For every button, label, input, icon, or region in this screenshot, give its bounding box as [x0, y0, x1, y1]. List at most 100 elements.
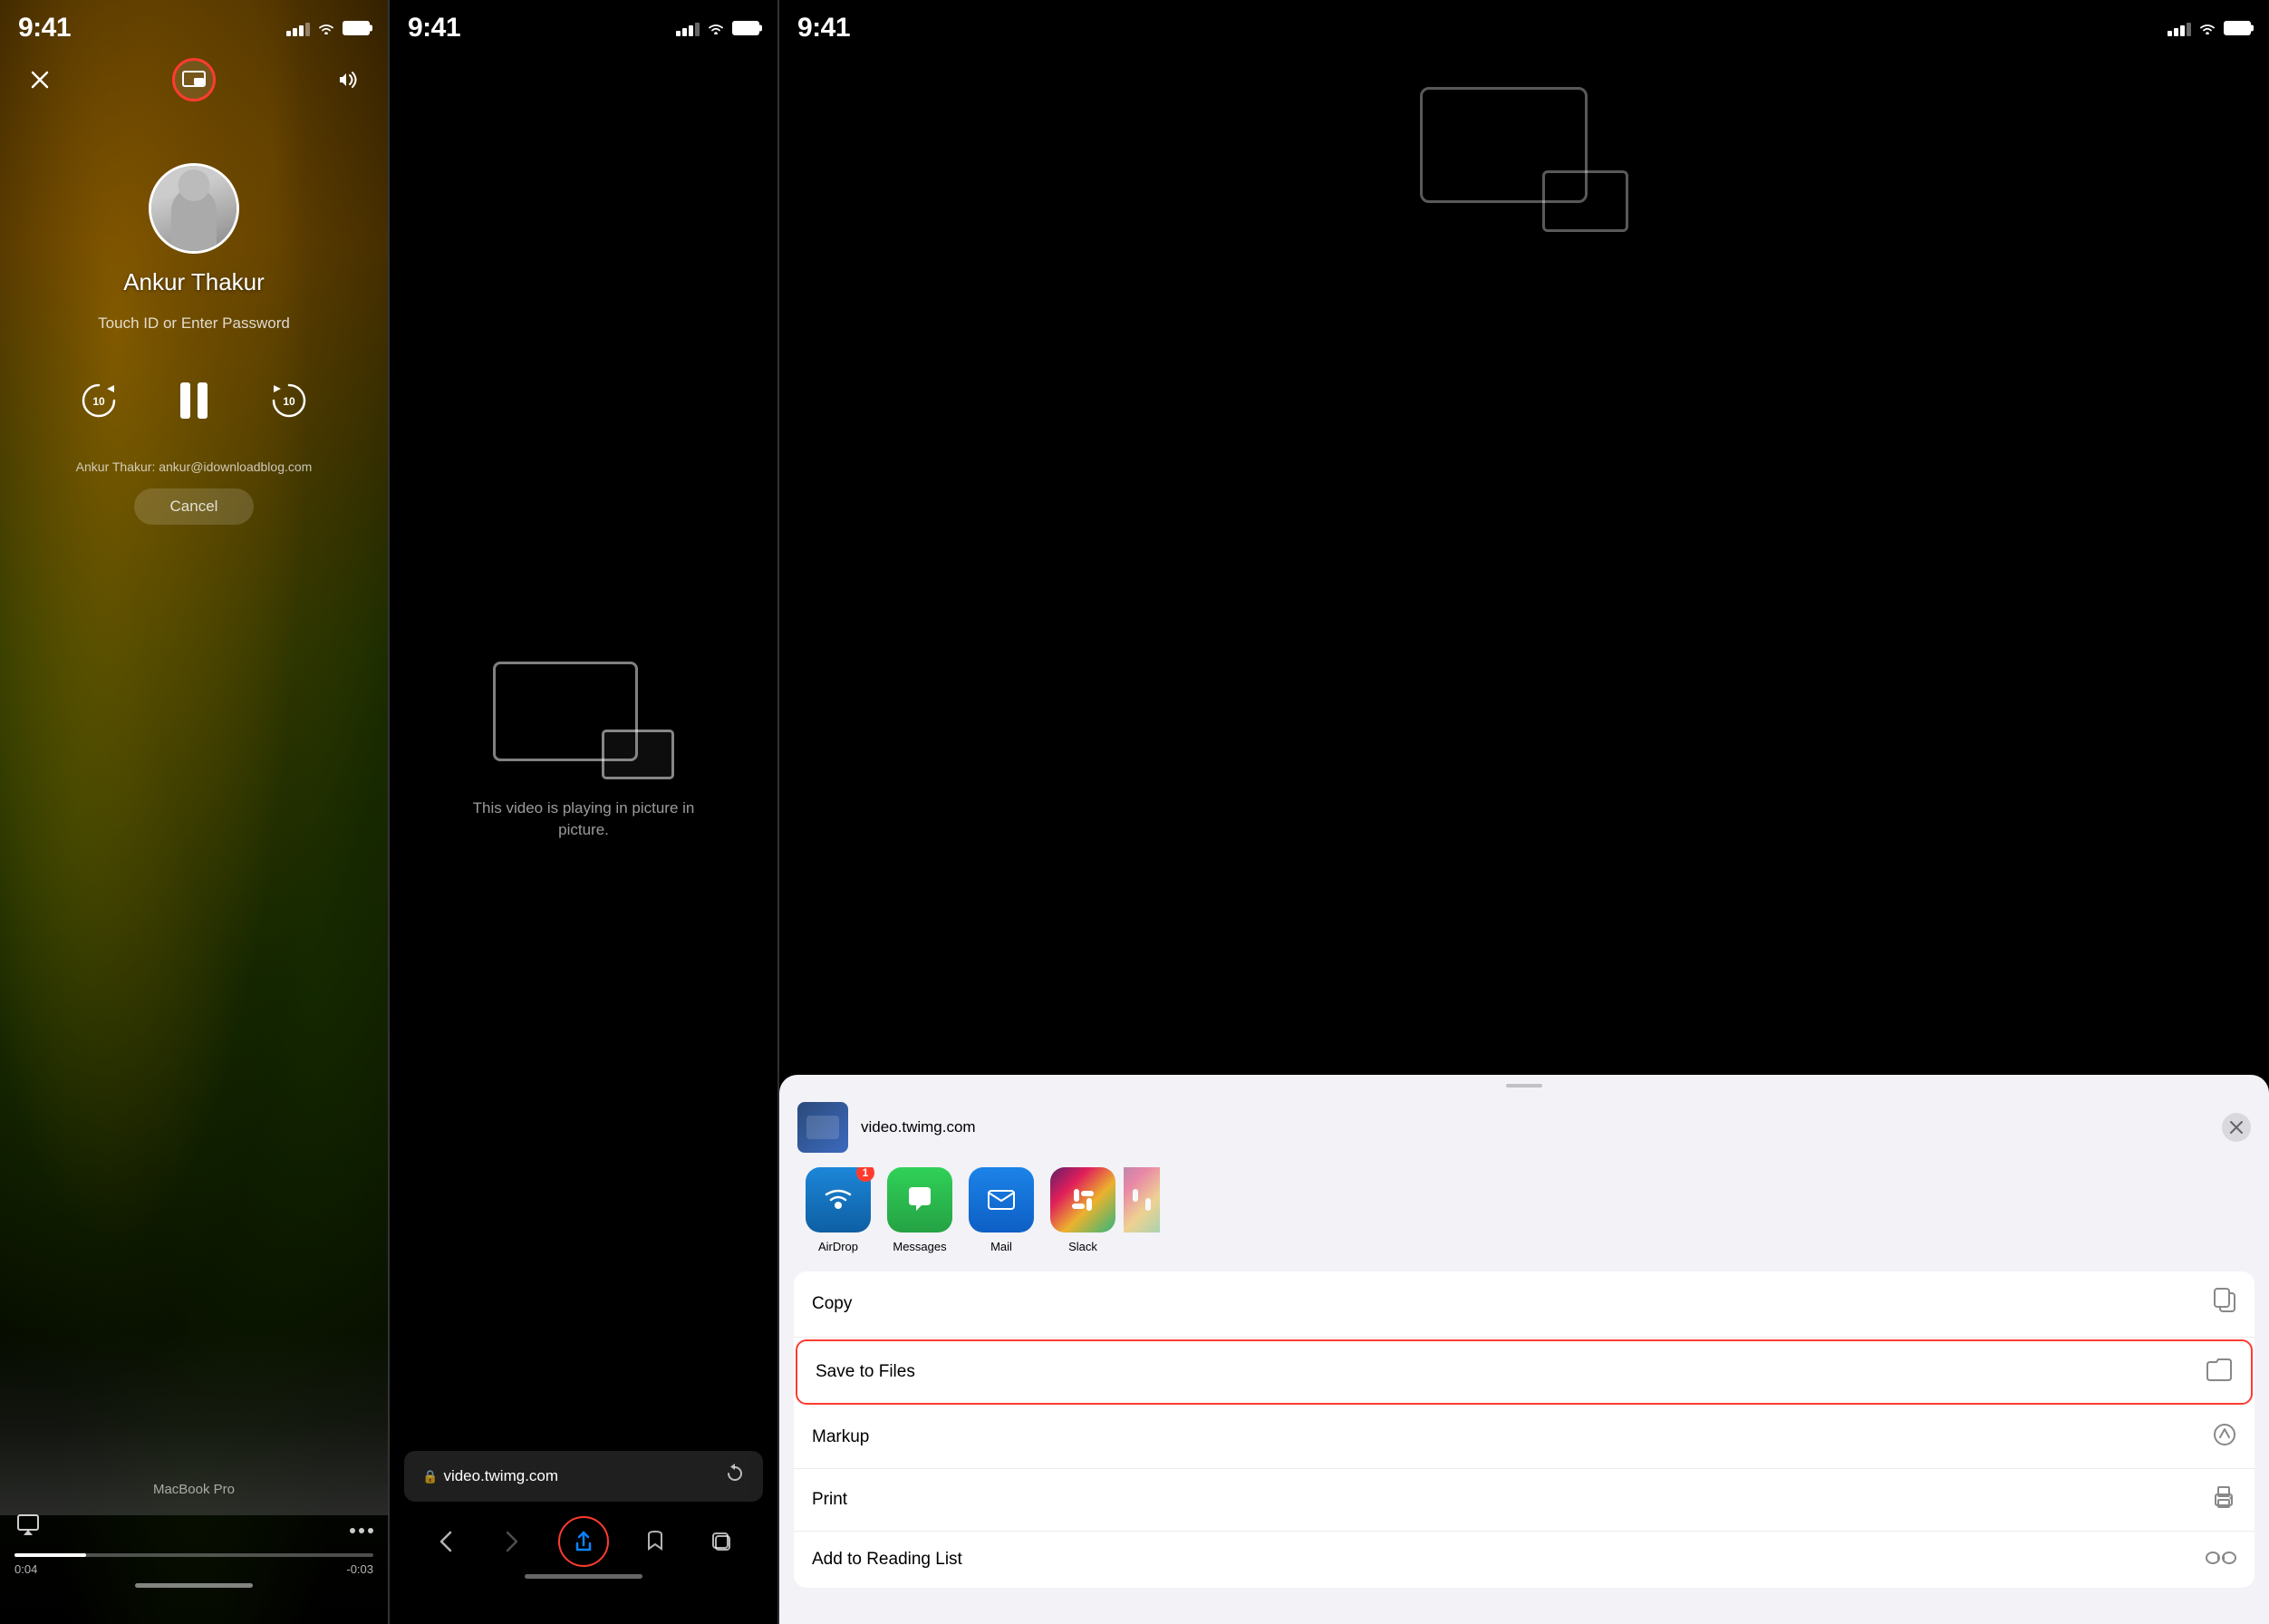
panel2-pip-screen: 9:41 This video is playing in picture in…: [390, 0, 777, 1624]
pip-corner-graphic: [1420, 87, 1628, 232]
time-display: 0:04 -0:03: [14, 1562, 373, 1576]
share-app-airdrop[interactable]: 1 AirDrop: [797, 1167, 879, 1253]
home-indicator-panel1: [135, 1583, 253, 1588]
more-button[interactable]: [350, 1516, 373, 1540]
save-to-files-label: Save to Files: [816, 1362, 915, 1382]
status-icons-panel3: [2168, 20, 2251, 36]
touch-id-label: Touch ID or Enter Password: [98, 314, 290, 333]
wifi-icon-panel1: [317, 22, 335, 34]
user-name-label: Ankur Thakur: [123, 268, 265, 296]
share-apps-row: 1 AirDrop Messages: [779, 1167, 2269, 1271]
lock-screen-overlay: Ankur Thakur Touch ID or Enter Password …: [0, 0, 388, 1624]
print-label: Print: [812, 1490, 847, 1510]
status-bar-panel1: 9:41: [0, 0, 388, 51]
share-sheet-header: video.twimg.com: [779, 1102, 2269, 1167]
save-to-files-icon: [2206, 1358, 2233, 1387]
close-button-panel1[interactable]: [18, 58, 62, 102]
rewind-button[interactable]: 10: [72, 373, 126, 428]
battery-icon-panel3: [2224, 21, 2251, 35]
status-icons-panel2: [676, 20, 759, 36]
slack-icon: [1050, 1167, 1115, 1232]
svg-text:10: 10: [92, 395, 105, 408]
cancel-button[interactable]: Cancel: [134, 488, 255, 525]
slack2-icon: [1124, 1167, 1160, 1232]
panel3-share-sheet: 9:41: [779, 0, 2269, 1624]
current-time: 0:04: [14, 1562, 37, 1576]
home-indicator-panel2: [525, 1574, 642, 1579]
share-action-markup[interactable]: Markup: [794, 1406, 2255, 1469]
wifi-icon-panel2: [707, 22, 725, 34]
pip-small-screen-corner: [1542, 170, 1628, 232]
messages-label: Messages: [893, 1240, 946, 1253]
signal-icon-panel2: [676, 20, 700, 36]
pip-caption-text: This video is playing in picture in pict…: [448, 798, 719, 841]
status-bar-panel2: 9:41: [390, 0, 777, 51]
share-button-panel2[interactable]: [558, 1516, 609, 1567]
share-action-reading-list[interactable]: Add to Reading List: [794, 1532, 2255, 1588]
pip-illustration: This video is playing in picture in pict…: [448, 662, 719, 841]
panel1-video-player: 9:41: [0, 0, 388, 1624]
forward-nav-button[interactable]: [492, 1522, 532, 1561]
share-sheet-site-title: video.twimg.com: [861, 1118, 2209, 1136]
url-bar[interactable]: 🔒 video.twimg.com: [404, 1451, 763, 1502]
airdrop-icon: 1: [806, 1167, 871, 1232]
copy-icon: [2213, 1288, 2236, 1320]
share-action-copy[interactable]: Copy: [794, 1271, 2255, 1338]
pip-button-panel1[interactable]: [172, 58, 216, 102]
signal-icon-panel3: [2168, 20, 2191, 36]
pause-button[interactable]: [162, 369, 226, 432]
status-time-panel2: 9:41: [408, 13, 460, 44]
share-action-save-to-files[interactable]: Save to Files: [796, 1339, 2253, 1405]
lock-icon-browser: 🔒: [422, 1469, 438, 1484]
url-text: video.twimg.com: [443, 1467, 558, 1485]
copy-label: Copy: [812, 1294, 852, 1314]
status-time-panel3: 9:41: [797, 13, 850, 44]
share-sheet: video.twimg.com 1 A: [779, 1075, 2269, 1624]
airplay-button[interactable]: [14, 1513, 42, 1542]
status-bar-panel3: 9:41: [779, 0, 2269, 51]
user-email-label: Ankur Thakur: ankur@idownloadblog.com: [76, 459, 313, 474]
share-app-messages[interactable]: Messages: [879, 1167, 961, 1253]
reading-list-icon: [2206, 1548, 2236, 1571]
pip-screens-graphic: [493, 662, 674, 779]
url-content: 🔒 video.twimg.com: [422, 1467, 558, 1485]
progress-fill: [14, 1553, 86, 1557]
share-app-mail[interactable]: Mail: [961, 1167, 1042, 1253]
back-button[interactable]: [426, 1522, 466, 1561]
pip-small-screen-graphic: [602, 730, 674, 779]
reload-button[interactable]: [725, 1464, 745, 1489]
slack-label: Slack: [1068, 1240, 1097, 1253]
messages-icon: [887, 1167, 952, 1232]
markup-label: Markup: [812, 1427, 869, 1447]
close-share-sheet-button[interactable]: [2222, 1113, 2251, 1142]
panel2-browser-bar: 🔒 video.twimg.com: [390, 1451, 777, 1624]
panel1-bottom-controls: 0:04 -0:03: [0, 1513, 388, 1624]
status-time-panel1: 9:41: [18, 13, 71, 44]
svg-text:10: 10: [283, 395, 295, 408]
battery-icon-panel2: [732, 21, 759, 35]
airdrop-badge: 1: [856, 1167, 874, 1182]
status-icons-panel1: [286, 20, 370, 36]
bookmarks-button[interactable]: [635, 1522, 675, 1561]
panel1-top-controls: [0, 51, 388, 112]
share-sheet-handle: [1506, 1084, 1542, 1088]
volume-button-panel1[interactable]: [326, 58, 370, 102]
mail-label: Mail: [990, 1240, 1012, 1253]
share-sheet-thumbnail: [797, 1102, 848, 1153]
forward-button[interactable]: 10: [262, 373, 316, 428]
avatar: [149, 163, 239, 254]
progress-bar[interactable]: [14, 1553, 373, 1557]
tabs-button[interactable]: [701, 1522, 741, 1561]
reading-list-label: Add to Reading List: [812, 1550, 962, 1570]
print-icon: [2211, 1485, 2236, 1514]
browser-nav: [404, 1516, 763, 1567]
markup-icon: [2213, 1423, 2236, 1452]
airdrop-label: AirDrop: [818, 1240, 858, 1253]
wifi-icon-panel3: [2198, 22, 2216, 34]
share-action-print[interactable]: Print: [794, 1469, 2255, 1532]
share-app-slack[interactable]: Slack: [1042, 1167, 1124, 1253]
remaining-time: -0:03: [346, 1562, 373, 1576]
panel2-main-content: This video is playing in picture in pict…: [390, 51, 777, 1451]
battery-icon-panel1: [343, 21, 370, 35]
share-app-slack2[interactable]: [1124, 1167, 1160, 1253]
